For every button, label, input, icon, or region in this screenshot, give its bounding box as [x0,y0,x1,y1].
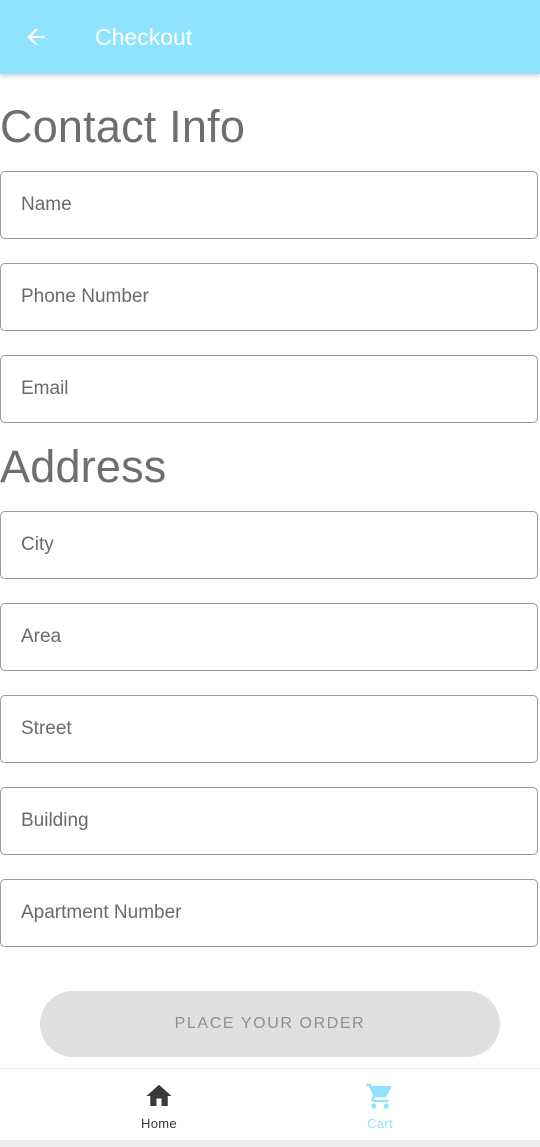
building-field[interactable] [0,787,538,855]
place-order-button[interactable]: PLACE YOUR ORDER [40,991,500,1057]
building-input[interactable] [1,788,537,854]
apartment-number-field[interactable] [0,879,538,947]
app-bar: Checkout [0,0,540,74]
contact-info-heading: Contact Info [0,101,246,152]
area-input[interactable] [1,604,537,670]
system-bar-strip [0,1140,540,1147]
email-field[interactable] [0,355,538,423]
city-input[interactable] [1,512,537,578]
bottom-navigation: Home Cart [0,1068,540,1140]
street-field[interactable] [0,695,538,763]
name-input[interactable] [1,172,537,238]
phone-number-field[interactable] [0,263,538,331]
street-input[interactable] [1,696,537,762]
back-button[interactable] [18,19,54,55]
apartment-number-input[interactable] [1,880,537,946]
area-field[interactable] [0,603,538,671]
arrow-back-icon [27,28,45,46]
name-field[interactable] [0,171,538,239]
nav-item-cart[interactable]: Cart [245,1069,515,1141]
email-input[interactable] [1,356,537,422]
checkout-screen: Checkout Contact Info Address PLACE YOUR… [0,0,540,1147]
city-field[interactable] [0,511,538,579]
address-heading: Address [0,441,167,492]
page-title: Checkout [95,24,193,50]
home-icon [146,1084,172,1106]
phone-number-input[interactable] [1,264,537,330]
cart-icon [366,1083,392,1109]
nav-label-cart: Cart [367,1116,393,1131]
